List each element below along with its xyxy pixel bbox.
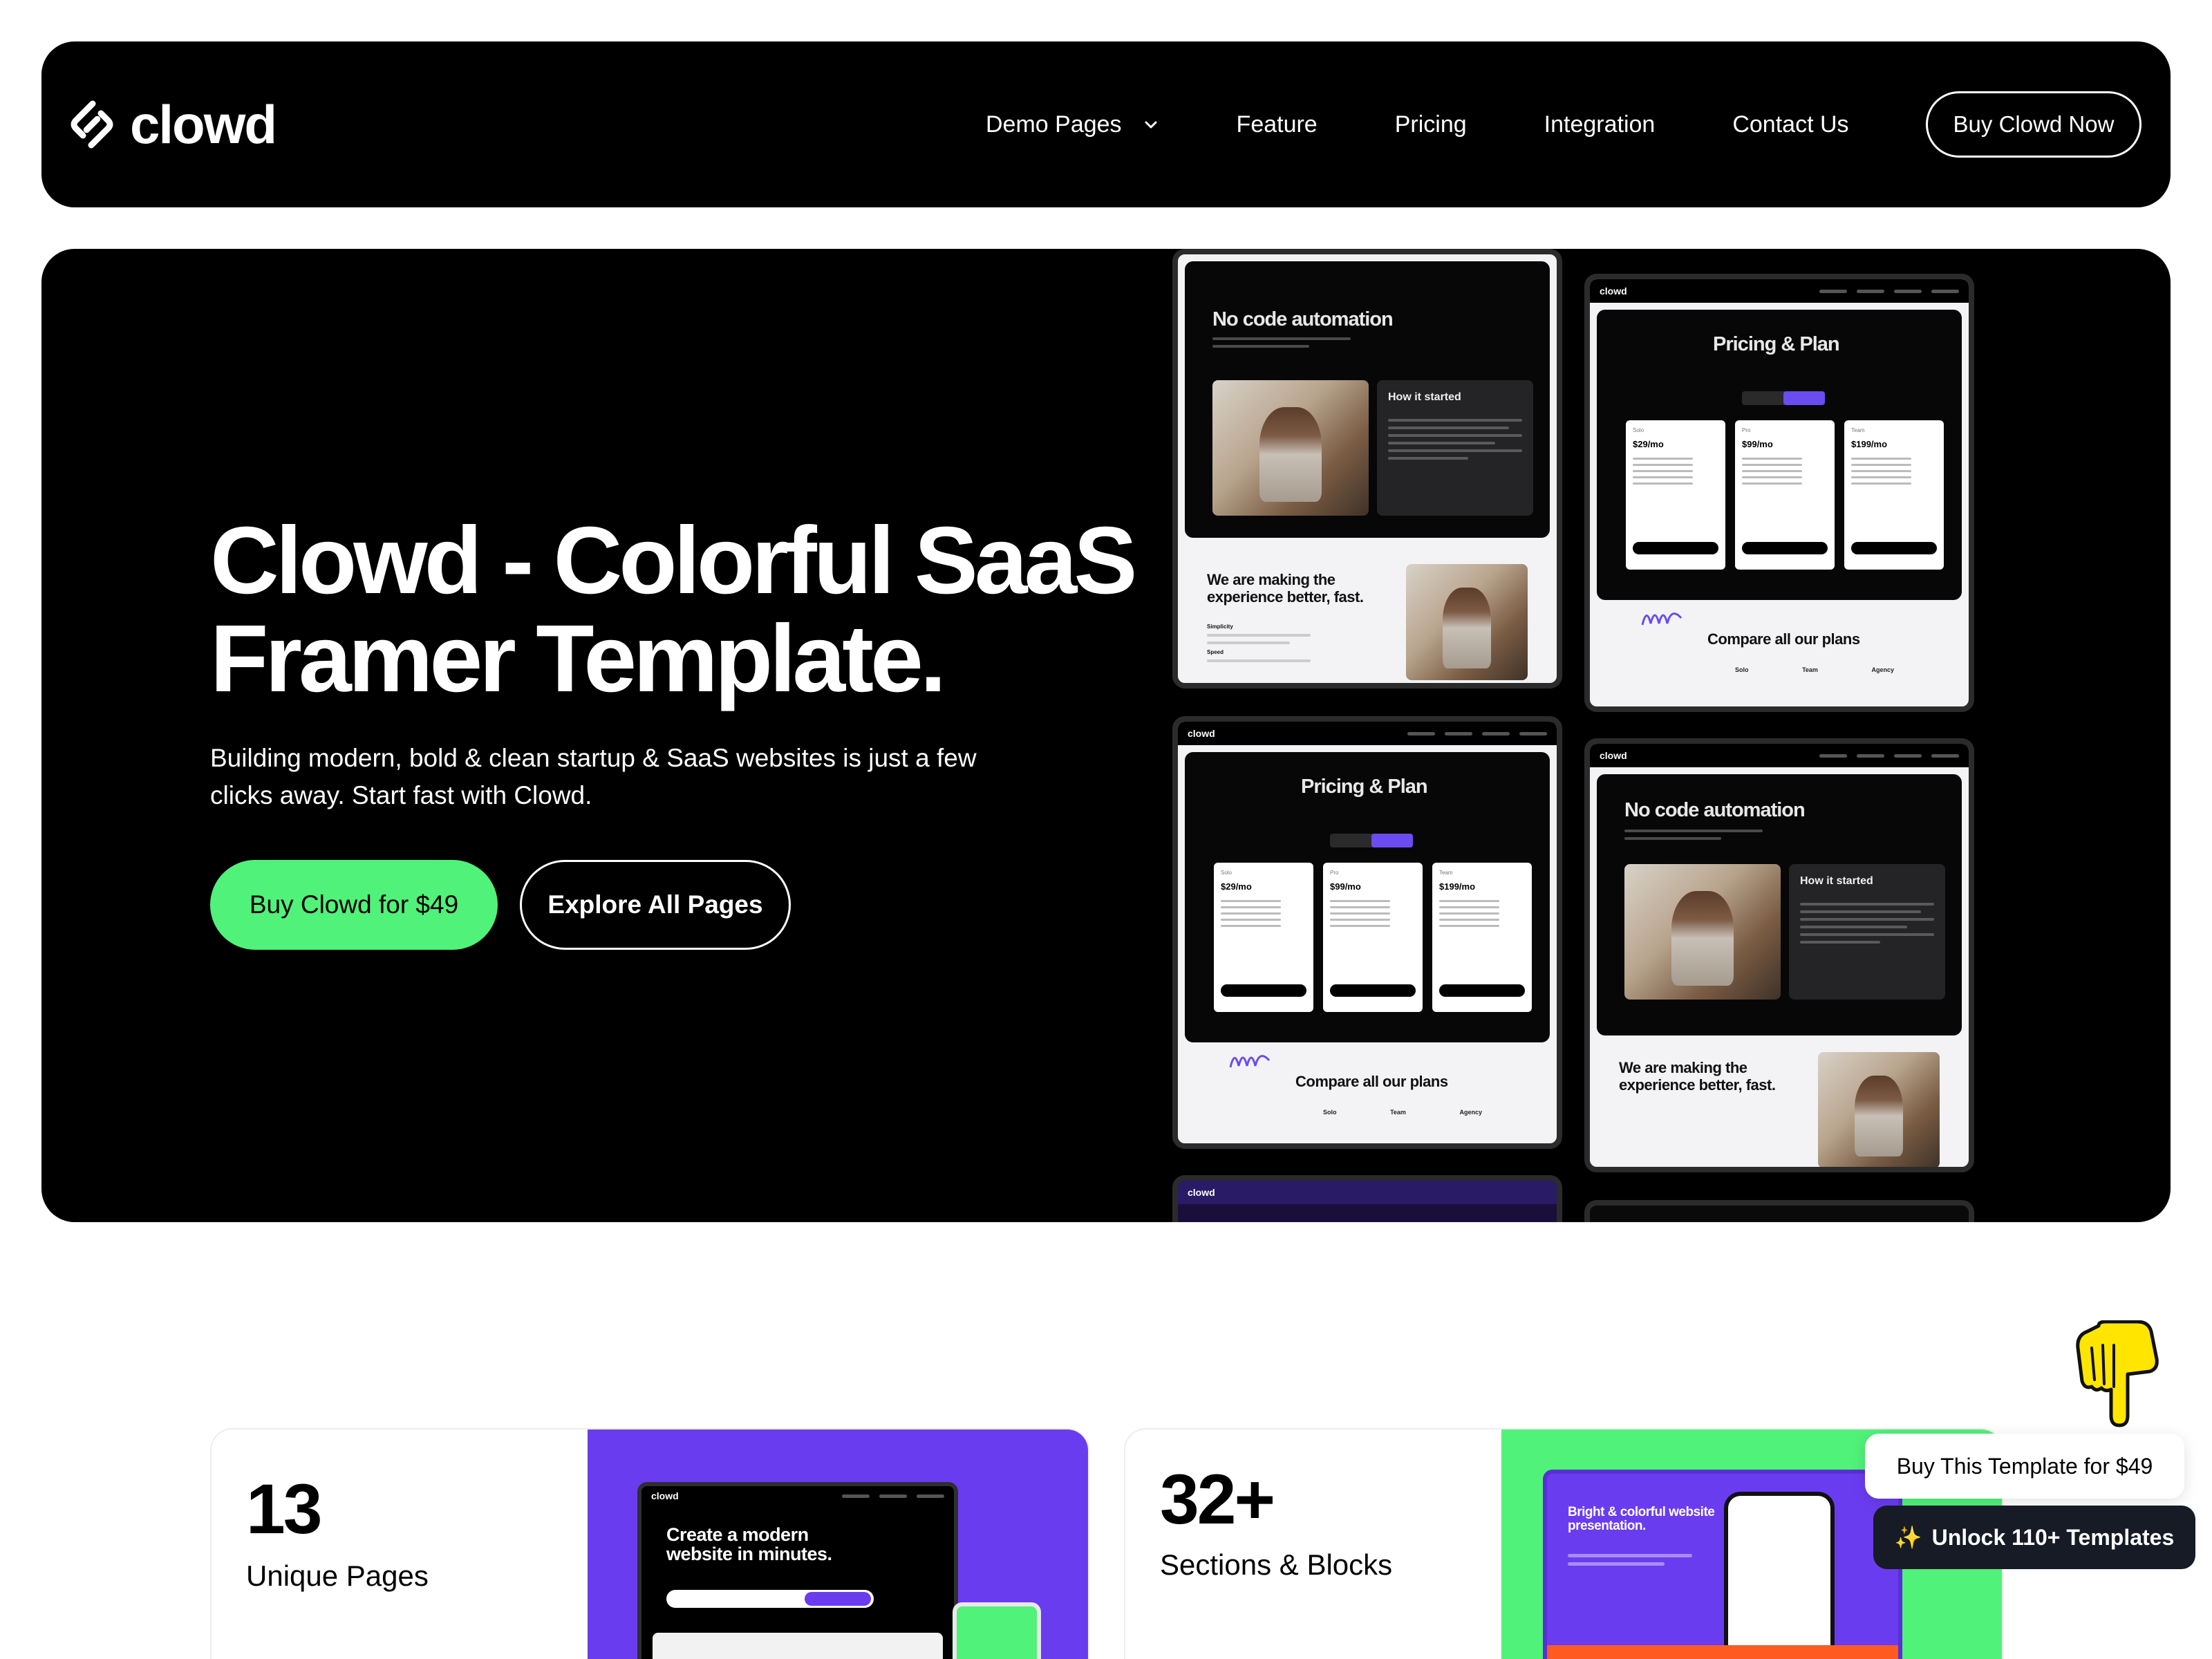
mockup-title: Create a modern website in minutes. (666, 1524, 832, 1565)
preview-story-box: How it started (1377, 380, 1533, 516)
preview-dark-sliver-card (1584, 1200, 1974, 1222)
preview-pricing-card: clowd Pricing & Plan Solo $29/mo Pro $99/m… (1172, 716, 1562, 1149)
price-card: Solo $29/mo (1626, 420, 1725, 570)
preview-lines (1212, 337, 1351, 353)
tablet-mockup (953, 1602, 1041, 1659)
preview-story-title: How it started (1388, 391, 1461, 403)
preview-story-box: How it started (1789, 864, 1945, 1000)
explore-all-pages-button[interactable]: Explore All Pages (520, 860, 791, 950)
chevron-down-icon (1145, 121, 1157, 129)
price-card: Pro $99/mo (1323, 863, 1423, 1012)
stat-label: Unique Pages (246, 1559, 429, 1592)
preview-story-title: How it started (1800, 875, 1873, 887)
mockup-title: Bright & colorful website presentation. (1568, 1505, 1715, 1533)
stat-number: 32+ (1160, 1460, 1275, 1539)
logo-text: clowd (130, 94, 277, 155)
stat-label: Sections & Blocks (1160, 1548, 1393, 1581)
sparkle-icon: ✨ (1894, 1525, 1922, 1550)
preview-pricing-card: clowd Pricing & Plan Solo $29/mo Pro $99/m… (1584, 274, 1974, 712)
price-row: Solo $29/mo Pro $99/mo Team $199/mo (1214, 863, 1532, 1012)
nav-link-label: Integration (1544, 111, 1656, 138)
preview-compare-title: Compare all our plans (1707, 630, 1860, 648)
nav-link-label: Contact Us (1732, 111, 1849, 138)
nav-link-integration[interactable]: Integration (1544, 111, 1656, 138)
preview-photo (1818, 1052, 1940, 1167)
preview-title: No code automation (1624, 799, 1806, 821)
top-nav: clowd Demo Pages Feature Pricing Integra… (41, 41, 2171, 207)
preview-topbar: clowd (1178, 722, 1557, 745)
preview-logo: clowd (1600, 750, 1627, 761)
squiggle-decoration-icon (1229, 1055, 1271, 1068)
preview-automation-card: No code automation How it started We are… (1172, 249, 1562, 688)
unlock-label: Unlock 110+ Templates (1931, 1524, 2175, 1550)
billing-toggle (1330, 834, 1413, 847)
hero-section: Clowd - Colorful SaaS Framer Template. B… (41, 249, 2171, 1222)
preview-making-item: Simplicity (1207, 624, 1233, 630)
preview-dark-panel: Pricing & Plan Solo $29/mo Pro $99/mo Team… (1597, 310, 1962, 600)
nav-link-demo-pages[interactable]: Demo Pages (986, 111, 1159, 138)
preview-lines (1624, 830, 1763, 845)
price-card: Team $199/mo (1844, 420, 1944, 570)
preview-purple-card: clowd (1172, 1175, 1562, 1222)
preview-photo (1624, 864, 1781, 1000)
price-card: Pro $99/mo (1735, 420, 1835, 570)
preview-dark-panel: No code automation How it started (1597, 774, 1962, 1035)
nav-links: Demo Pages Feature Pricing Integration C… (986, 41, 1849, 207)
nav-link-feature[interactable]: Feature (1237, 111, 1318, 138)
price-card: Solo $29/mo (1214, 863, 1313, 1012)
price-card: Team $199/mo (1432, 863, 1532, 1012)
preview-making-title: We are making the experience better, fas… (1619, 1059, 1776, 1094)
preview-making-item: Speed (1207, 649, 1224, 655)
preview-title: No code automation (1212, 308, 1394, 330)
buy-clowd-button[interactable]: Buy Clowd for $49 (210, 860, 498, 950)
preview-logo: clowd (1600, 285, 1627, 297)
device-mockup: clowd Create a modern website in minutes… (637, 1482, 958, 1659)
preview-pricing-title: Pricing & Plan (1301, 776, 1428, 798)
squiggle-decoration-icon (1641, 612, 1683, 626)
preview-table-head: Solo Team Agency (1323, 1109, 1482, 1116)
unlock-templates-button[interactable]: ✨ Unlock 110+ Templates (1873, 1506, 2195, 1569)
preview-topbar: clowd (1590, 744, 1969, 767)
buy-clowd-now-button[interactable]: Buy Clowd Now (1926, 91, 2141, 158)
preview-dark-panel: No code automation How it started (1185, 261, 1550, 538)
preview-logo: clowd (1188, 1187, 1215, 1198)
stat-number: 13 (246, 1470, 322, 1548)
nav-link-pricing[interactable]: Pricing (1395, 111, 1467, 138)
preview-pricing-title: Pricing & Plan (1713, 333, 1840, 355)
preview-topbar: clowd (1178, 1181, 1557, 1204)
preview-photo (1406, 564, 1528, 680)
hero-title: Clowd - Colorful SaaS Framer Template. (210, 507, 1137, 713)
buy-template-button[interactable]: Buy This Template for $49 (1865, 1434, 2184, 1499)
price-row: Solo $29/mo Pro $99/mo Team $199/mo (1626, 420, 1944, 570)
nav-link-label: Feature (1236, 111, 1318, 138)
preview-table-head: Solo Team Agency (1735, 666, 1894, 673)
logo-mark-icon (71, 100, 113, 149)
preview-logo: clowd (1188, 728, 1215, 739)
nav-link-contact-us[interactable]: Contact Us (1732, 111, 1848, 138)
stat-media-panel: clowd Create a modern website in minutes… (588, 1430, 1088, 1659)
preview-automation-card: clowd No code automation How it started … (1584, 738, 1974, 1172)
stat-card-pages: 13 Unique Pages clowd Create a modern we… (210, 1428, 1089, 1659)
billing-toggle (1742, 391, 1825, 405)
preview-photo (1212, 380, 1369, 516)
pointing-hand-icon (2076, 1320, 2159, 1427)
mockup-topbar: clowd (641, 1486, 954, 1506)
preview-topbar: clowd (1590, 279, 1969, 303)
preview-dark-panel: Pricing & Plan Solo $29/mo Pro $99/mo Team… (1185, 752, 1550, 1042)
preview-making-list: Simplicity Speed (1207, 624, 1311, 667)
presentation-mockup: Bright & colorful website presentation. (1543, 1470, 1902, 1659)
preview-making-title: We are making the experience better, fas… (1207, 571, 1364, 606)
logo[interactable]: clowd (69, 94, 277, 155)
mockup-logo: clowd (651, 1490, 679, 1501)
nav-link-label: Demo Pages (986, 111, 1122, 138)
nav-link-label: Pricing (1394, 111, 1467, 138)
preview-compare-title: Compare all our plans (1295, 1073, 1448, 1090)
hero-subtitle: Building modern, bold & clean startup & … (210, 744, 977, 809)
